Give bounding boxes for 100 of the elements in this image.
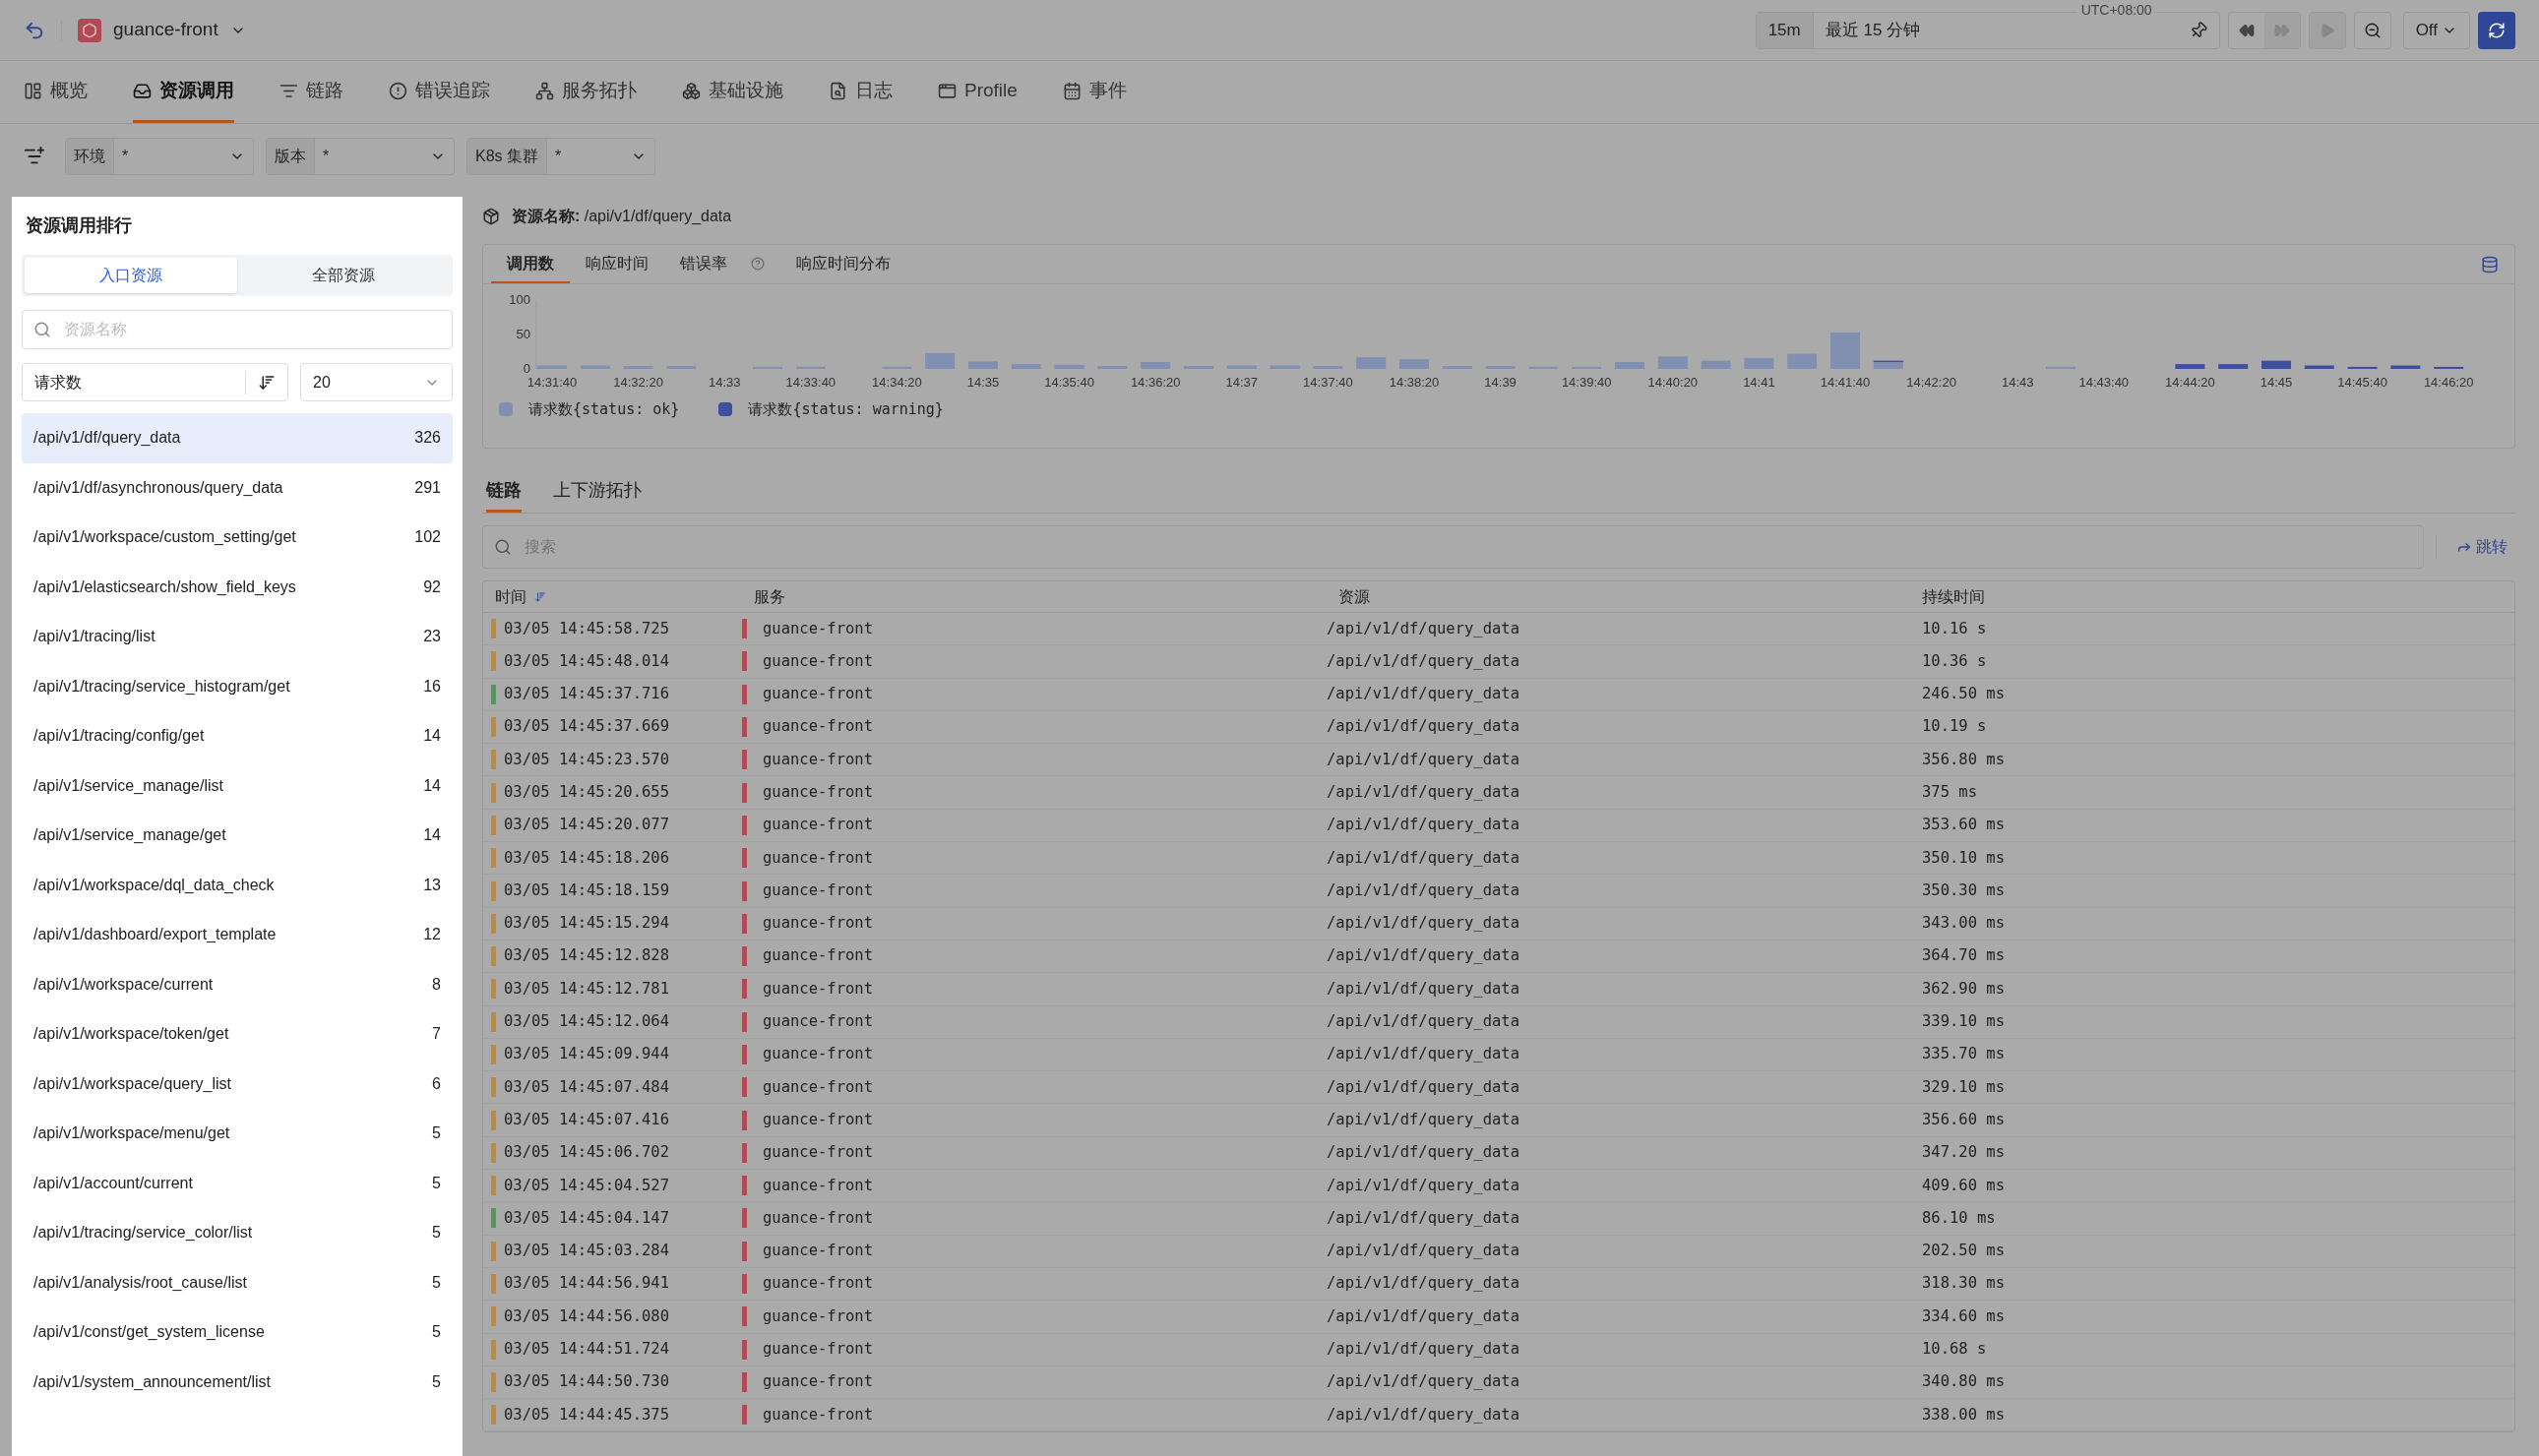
axis-label: 14:34:20 (872, 375, 922, 390)
sort-icon[interactable] (534, 590, 546, 603)
table-cell-text: 03/05 14:45:12.064 (504, 1011, 669, 1033)
segment-tab[interactable]: 入口资源 (25, 258, 237, 293)
table-cell: 334.60 ms (1922, 1306, 2005, 1325)
jump-link[interactable]: 跳转 (2448, 535, 2515, 559)
table-cell: 343.00 ms (1922, 914, 2005, 933)
table-cell-text: guance-front (763, 782, 873, 803)
service-bar (742, 1339, 747, 1360)
resource-list-item[interactable]: /api/v1/account/current 5 (22, 1158, 453, 1208)
chart-tab[interactable]: 错误率 (664, 245, 780, 283)
chart-tab[interactable]: 响应时间分布 (780, 245, 906, 283)
table-cell-text: 03/05 14:45:07.484 (504, 1076, 669, 1098)
nav-tab[interactable]: 事件 (1062, 61, 1127, 123)
sort-order-icon[interactable] (258, 373, 276, 392)
filter-select[interactable]: 环境 * (65, 138, 254, 175)
sort-select[interactable]: 请求数 (22, 363, 288, 401)
service-bar (742, 684, 747, 704)
table-cell-text: guance-front (763, 1273, 873, 1295)
resource-list-item[interactable]: /api/v1/dashboard/export_template 12 (22, 910, 453, 960)
chart-tab[interactable]: 调用数 (491, 245, 570, 283)
resource-list-item[interactable]: /api/v1/workspace/menu/get 5 (22, 1109, 453, 1159)
trace-tab[interactable]: 上下游拓扑 (553, 470, 642, 513)
app-name[interactable]: guance-front (113, 16, 218, 44)
bar (1313, 366, 1343, 369)
table-cell: 353.60 ms (1922, 816, 2005, 834)
help-icon[interactable] (751, 256, 765, 271)
trace-tab[interactable]: 链路 (486, 470, 522, 513)
table-cell: /api/v1/df/query_data (1327, 1242, 1519, 1260)
nav-tab[interactable]: 概览 (24, 61, 88, 123)
resource-list-item[interactable]: /api/v1/workspace/current 8 (22, 959, 453, 1009)
resource-list-item[interactable]: /api/v1/df/asynchronous/query_data 291 (22, 462, 453, 513)
column-header[interactable]: 持续时间 (1922, 584, 1985, 609)
resource-list-item[interactable]: /api/v1/const/get_system_license 5 (22, 1307, 453, 1358)
table-cell-text: 03/05 14:45:18.206 (504, 847, 669, 869)
call-count: 291 (414, 477, 441, 498)
table-cell-text: 03/05 14:45:20.655 (504, 782, 669, 803)
axis-label: 14:33:40 (785, 375, 836, 390)
nav-tab[interactable]: 资源调用 (133, 61, 234, 123)
column-header[interactable]: 服务 (754, 584, 785, 609)
chart-tab[interactable]: 响应时间 (570, 245, 664, 283)
bar (1615, 362, 1644, 369)
axis-label: 14:33 (708, 375, 741, 390)
refresh-button[interactable] (2478, 11, 2515, 49)
service-bar (742, 1371, 747, 1392)
bar (2046, 366, 2075, 369)
zoom-out-button[interactable] (2353, 11, 2391, 49)
resource-list-item[interactable]: /api/v1/workspace/query_list 6 (22, 1059, 453, 1109)
call-count: 14 (423, 825, 441, 846)
nav-tab[interactable]: 基础设施 (682, 61, 783, 123)
bar (1097, 366, 1128, 369)
table-cell-text: guance-front (763, 1076, 873, 1098)
nav-tab[interactable]: Profile (938, 61, 1018, 123)
search-field[interactable]: 资源名称 (22, 310, 453, 349)
service-bar (742, 1405, 747, 1426)
nav-tab[interactable]: 日志 (829, 61, 893, 123)
call-count: 14 (423, 726, 441, 747)
service-bar (742, 815, 747, 835)
axis-label: 14:37:40 (1303, 375, 1353, 390)
resource-list-item[interactable]: /api/v1/df/query_data 326 (22, 413, 453, 463)
resource-list-item[interactable]: /api/v1/service_manage/list 14 (22, 760, 453, 811)
column-header[interactable]: 资源 (1338, 584, 1370, 609)
table-cell: /api/v1/df/query_data (1327, 946, 1519, 965)
resource-name: /api/v1/workspace/current (33, 974, 215, 995)
filter-select[interactable]: 版本 * (266, 138, 455, 175)
table-cell: 350.30 ms (1922, 880, 2005, 899)
table-cell-text: guance-front (763, 945, 873, 967)
resource-list-item[interactable]: /api/v1/elasticsearch/show_field_keys 92 (22, 562, 453, 612)
resource-list-item[interactable]: /api/v1/tracing/service_histogram/get 16 (22, 661, 453, 711)
nav-tab[interactable]: 服务拓扑 (535, 61, 637, 123)
resource-list-item[interactable]: /api/v1/service_manage/get 14 (22, 811, 453, 861)
bar (1270, 365, 1300, 369)
column-header[interactable]: 时间 (495, 584, 526, 609)
service-bar (742, 880, 747, 901)
resource-list-item[interactable]: /api/v1/workspace/token/get 7 (22, 1009, 453, 1060)
nav-tab[interactable]: 错误追踪 (389, 61, 490, 123)
resource-list-item[interactable]: /api/v1/analysis/root_cause/list 5 (22, 1257, 453, 1307)
quick-range-button[interactable]: 15m (1756, 12, 1814, 48)
table-cell-text: 03/05 14:45:04.147 (504, 1207, 669, 1229)
resource-list-item[interactable]: /api/v1/tracing/config/get 14 (22, 711, 453, 761)
resource-list-item[interactable]: /api/v1/tracing/service_color/list 5 (22, 1208, 453, 1258)
nav-tab[interactable]: 链路 (279, 61, 343, 123)
table-cell-text: guance-front (763, 847, 873, 869)
filter-value: * (322, 147, 331, 166)
auto-refresh-dropdown[interactable]: Off (2402, 11, 2470, 49)
resource-name: /api/v1/analysis/root_cause/list (33, 1272, 248, 1293)
segment-tab[interactable]: 全部资源 (237, 258, 450, 293)
table-cell-text: guance-front (763, 618, 873, 639)
resource-list-item[interactable]: /api/v1/system_announcement/list 5 (22, 1357, 453, 1407)
table-cell: /api/v1/df/query_data (1327, 783, 1519, 801)
axis-label: 14:46:20 (2423, 375, 2474, 390)
call-count: 5 (432, 1272, 441, 1293)
resource-list-item[interactable]: /api/v1/tracing/list 23 (22, 612, 453, 662)
resource-list-item[interactable]: /api/v1/workspace/custom_setting/get 102 (22, 513, 453, 563)
table-cell-text: guance-front (763, 716, 873, 738)
limit-select[interactable]: 20 (300, 363, 453, 401)
database-icon[interactable] (2481, 256, 2499, 273)
filter-select[interactable]: K8s 集群 * (466, 138, 655, 175)
call-count: 5 (432, 1322, 441, 1343)
resource-list-item[interactable]: /api/v1/workspace/dql_data_check 13 (22, 860, 453, 910)
